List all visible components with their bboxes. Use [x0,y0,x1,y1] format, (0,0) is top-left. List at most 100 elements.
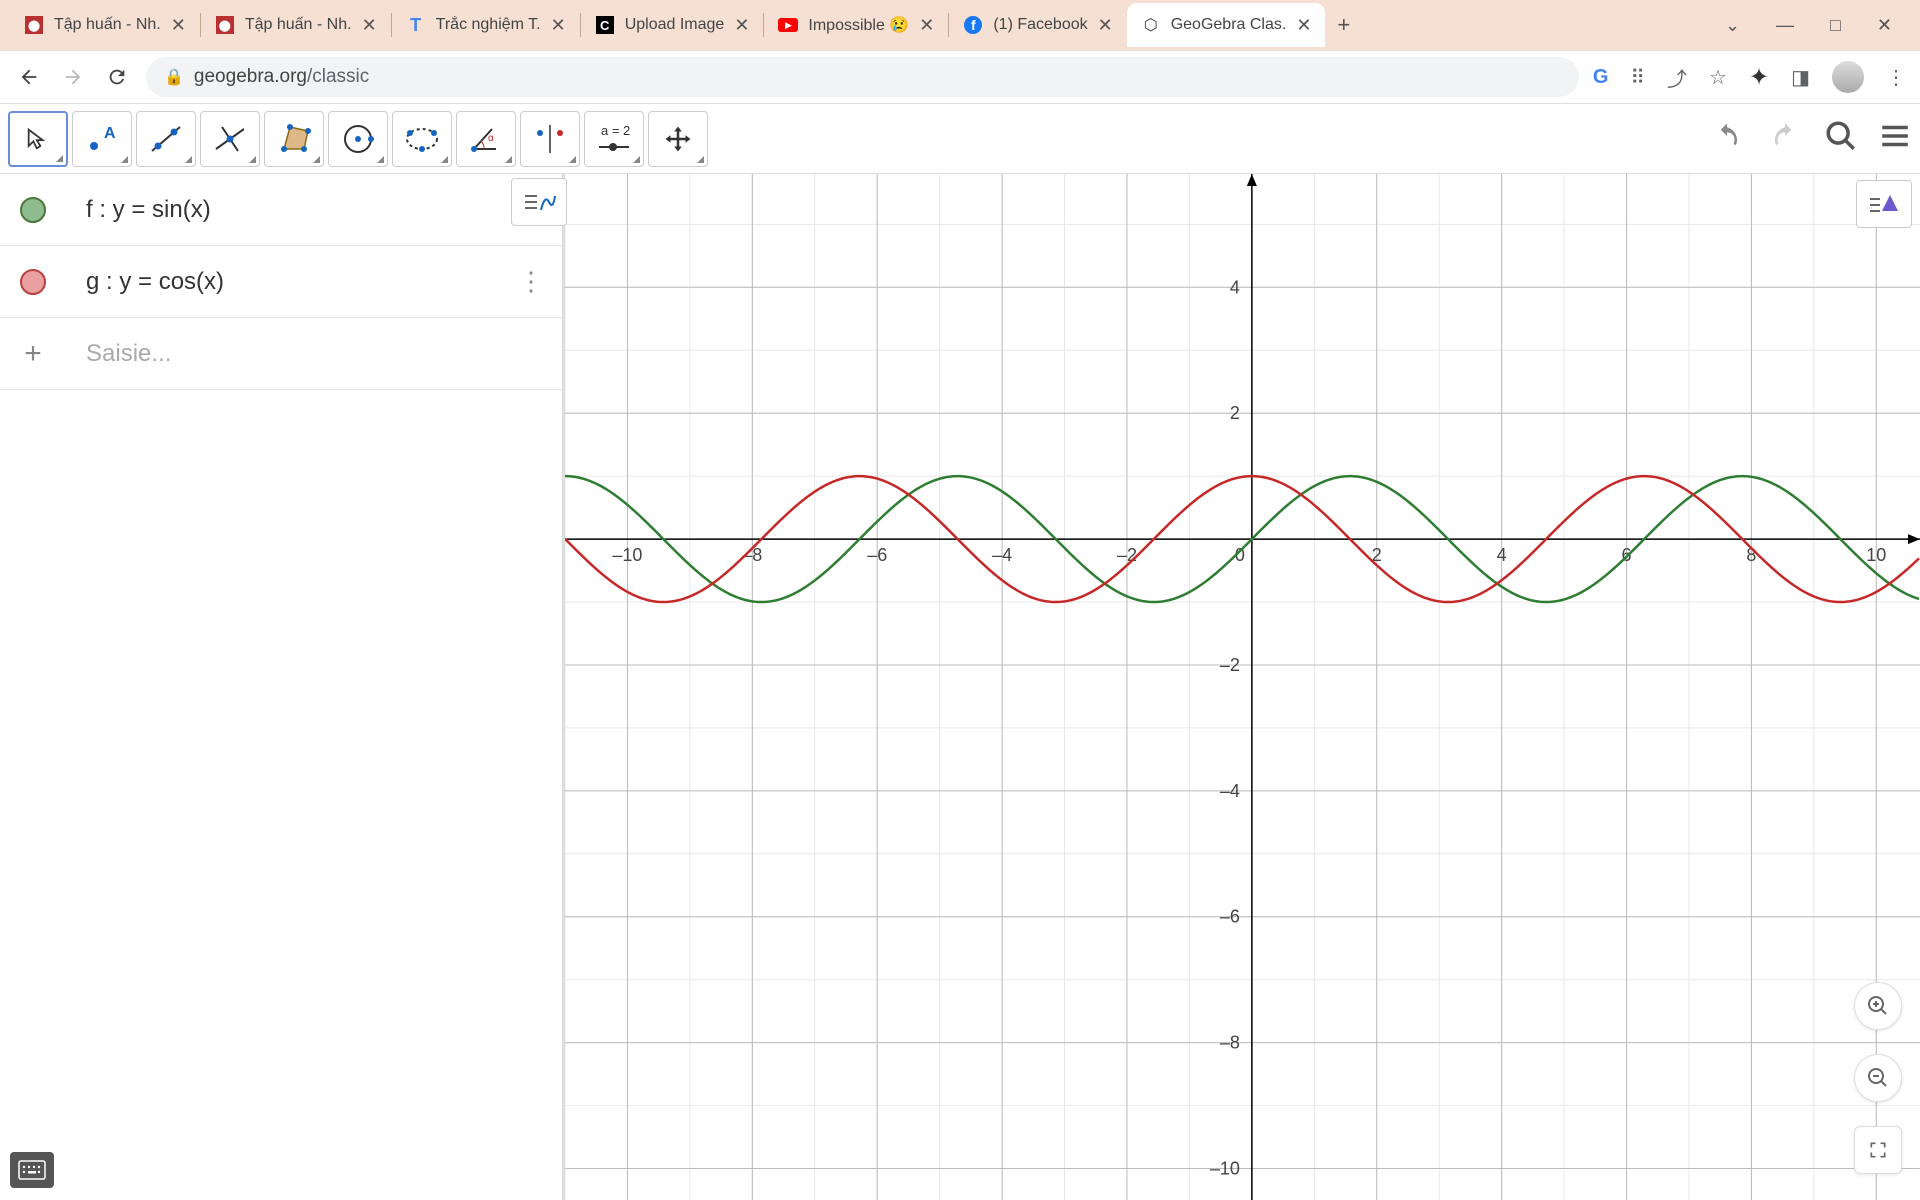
close-icon[interactable]: ✕ [551,15,566,36]
circle-tool[interactable] [328,111,388,167]
geogebra-icon: ⬡ [1141,15,1161,35]
keyboard-button[interactable] [10,1152,54,1188]
tab-3[interactable]: C Upload Image ✕ [581,3,764,47]
row-menu-icon[interactable]: ⋮ [518,266,542,297]
tab-4[interactable]: ▶ Impossible 😢 ✕ [764,3,948,47]
line-tool[interactable] [136,111,196,167]
close-icon[interactable]: ✕ [171,15,186,36]
minimize-icon[interactable]: ― [1776,15,1794,36]
algebra-style-button[interactable] [511,178,567,226]
conic-tool[interactable] [392,111,452,167]
extensions-icon[interactable]: ✦ [1749,63,1769,92]
move-tool[interactable] [8,111,68,167]
perpendicular-tool[interactable] [200,111,260,167]
chevron-down-icon[interactable]: ⌄ [1725,15,1740,36]
tab-title-2: Trắc nghiệm T. [436,16,541,34]
fullscreen-button[interactable] [1854,1126,1902,1174]
svg-text:–2: –2 [1220,655,1240,675]
tab-6[interactable]: ⬡ GeoGebra Clas. ✕ [1127,3,1326,47]
google-icon[interactable]: G [1593,66,1609,89]
maximize-icon[interactable]: □ [1830,15,1841,36]
visibility-toggle-red[interactable] [20,269,46,295]
svg-text:–6: –6 [867,545,887,565]
visibility-toggle-green[interactable] [20,197,46,223]
favicon-3: C [595,15,615,35]
slider-tool[interactable]: a = 2 [584,111,644,167]
svg-text:–4: –4 [1220,781,1240,801]
algebra-input-row[interactable]: + Saisie... [0,318,562,390]
undo-button[interactable] [1708,121,1746,156]
expression-1: g : y = cos(x) [86,268,224,296]
polygon-tool[interactable] [264,111,324,167]
algebra-row-1[interactable]: g : y = cos(x) ⋮ [0,246,562,318]
close-icon[interactable]: ✕ [362,15,377,36]
svg-text:4: 4 [1497,545,1507,565]
point-tool[interactable]: A [72,111,132,167]
angle-tool[interactable]: α [456,111,516,167]
svg-text:–2: –2 [1117,545,1137,565]
algebra-panel: f : y = sin(x) g : y = cos(x) ⋮ + Saisie… [0,104,565,1200]
graph-panel[interactable]: –10–8–6–4–22468100–10–8–6–4–224 [565,104,1920,1200]
tab-1[interactable]: ⬤ Tập huấn - Nh. ✕ [201,3,391,47]
svg-text:10: 10 [1866,545,1886,565]
svg-text:a = 2: a = 2 [601,123,630,138]
search-icon[interactable] [1824,119,1858,158]
add-icon[interactable]: + [20,341,46,367]
algebra-row-0[interactable]: f : y = sin(x) [0,174,562,246]
favicon-0: ⬤ [24,15,44,35]
svg-text:α: α [488,133,494,144]
svg-text:2: 2 [1230,403,1240,423]
share-icon[interactable]: ⤴ [1667,63,1687,92]
redo-button[interactable] [1766,121,1804,156]
facebook-icon: f [963,15,983,35]
close-icon[interactable]: ✕ [1296,15,1311,36]
tabs-row: ⬤Tập huấn - Nh.✕ ⬤Tập huấn - Nh.✕ TTrắc … [0,0,1920,50]
tab-title-6: GeoGebra Clas. [1171,16,1287,34]
lock-icon: 🔒 [164,67,184,87]
new-tab-button[interactable]: + [1337,12,1350,38]
reload-button[interactable] [102,62,132,92]
svg-text:–10: –10 [612,545,642,565]
url-bar[interactable]: 🔒 geogebra.org/classic [146,57,1579,97]
svg-text:–10: –10 [1210,1159,1240,1179]
tab-0[interactable]: ⬤ Tập huấn - Nh. ✕ [10,3,200,47]
toolbar: A α a = 2 [0,104,1920,174]
svg-text:–8: –8 [1220,1033,1240,1053]
menu-icon[interactable]: ⋮ [1886,65,1906,90]
tab-title-0: Tập huấn - Nh. [54,16,161,34]
url-text: geogebra.org/classic [194,66,369,88]
tab-title-3: Upload Image [625,16,725,34]
close-icon[interactable]: ✕ [734,15,749,36]
zoom-in-button[interactable] [1854,982,1902,1030]
svg-text:A: A [104,125,116,142]
star-icon[interactable]: ☆ [1709,65,1727,90]
zoom-out-button[interactable] [1854,1054,1902,1102]
close-icon[interactable]: ✕ [919,15,934,36]
browser-chrome: ⬤Tập huấn - Nh.✕ ⬤Tập huấn - Nh.✕ TTrắc … [0,0,1920,104]
youtube-icon: ▶ [778,15,798,35]
tab-title-1: Tập huấn - Nh. [245,16,352,34]
graph-canvas[interactable]: –10–8–6–4–22468100–10–8–6–4–224 [565,174,1920,1200]
forward-button[interactable] [58,62,88,92]
svg-text:–6: –6 [1220,907,1240,927]
tab-title-5: (1) Facebook [993,16,1087,34]
tab-2[interactable]: TTrắc nghiệm T.✕ [392,3,580,47]
geogebra-app: A α a = 2 f : y = sin(x) g : y = cos(x) … [0,104,1920,1200]
menu-icon[interactable] [1878,119,1912,158]
favicon-1: ⬤ [215,15,235,35]
address-bar-row: 🔒 geogebra.org/classic G ⠿ ⤴ ☆ ✦ ◨ ⋮ [0,50,1920,104]
browser-actions: G ⠿ ⤴ ☆ ✦ ◨ ⋮ [1593,61,1906,93]
translate-icon[interactable]: ⠿ [1630,65,1645,90]
close-window-icon[interactable]: ✕ [1877,15,1892,36]
tab-title-4: Impossible 😢 [808,15,909,35]
tab-5[interactable]: f (1) Facebook ✕ [949,3,1126,47]
close-icon[interactable]: ✕ [1098,15,1113,36]
sidepanel-icon[interactable]: ◨ [1791,65,1810,90]
back-button[interactable] [14,62,44,92]
reflect-tool[interactable] [520,111,580,167]
input-placeholder: Saisie... [86,340,171,368]
move-view-tool[interactable] [648,111,708,167]
svg-text:–4: –4 [992,545,1012,565]
avatar[interactable] [1832,61,1864,93]
graph-style-button[interactable] [1856,180,1912,228]
